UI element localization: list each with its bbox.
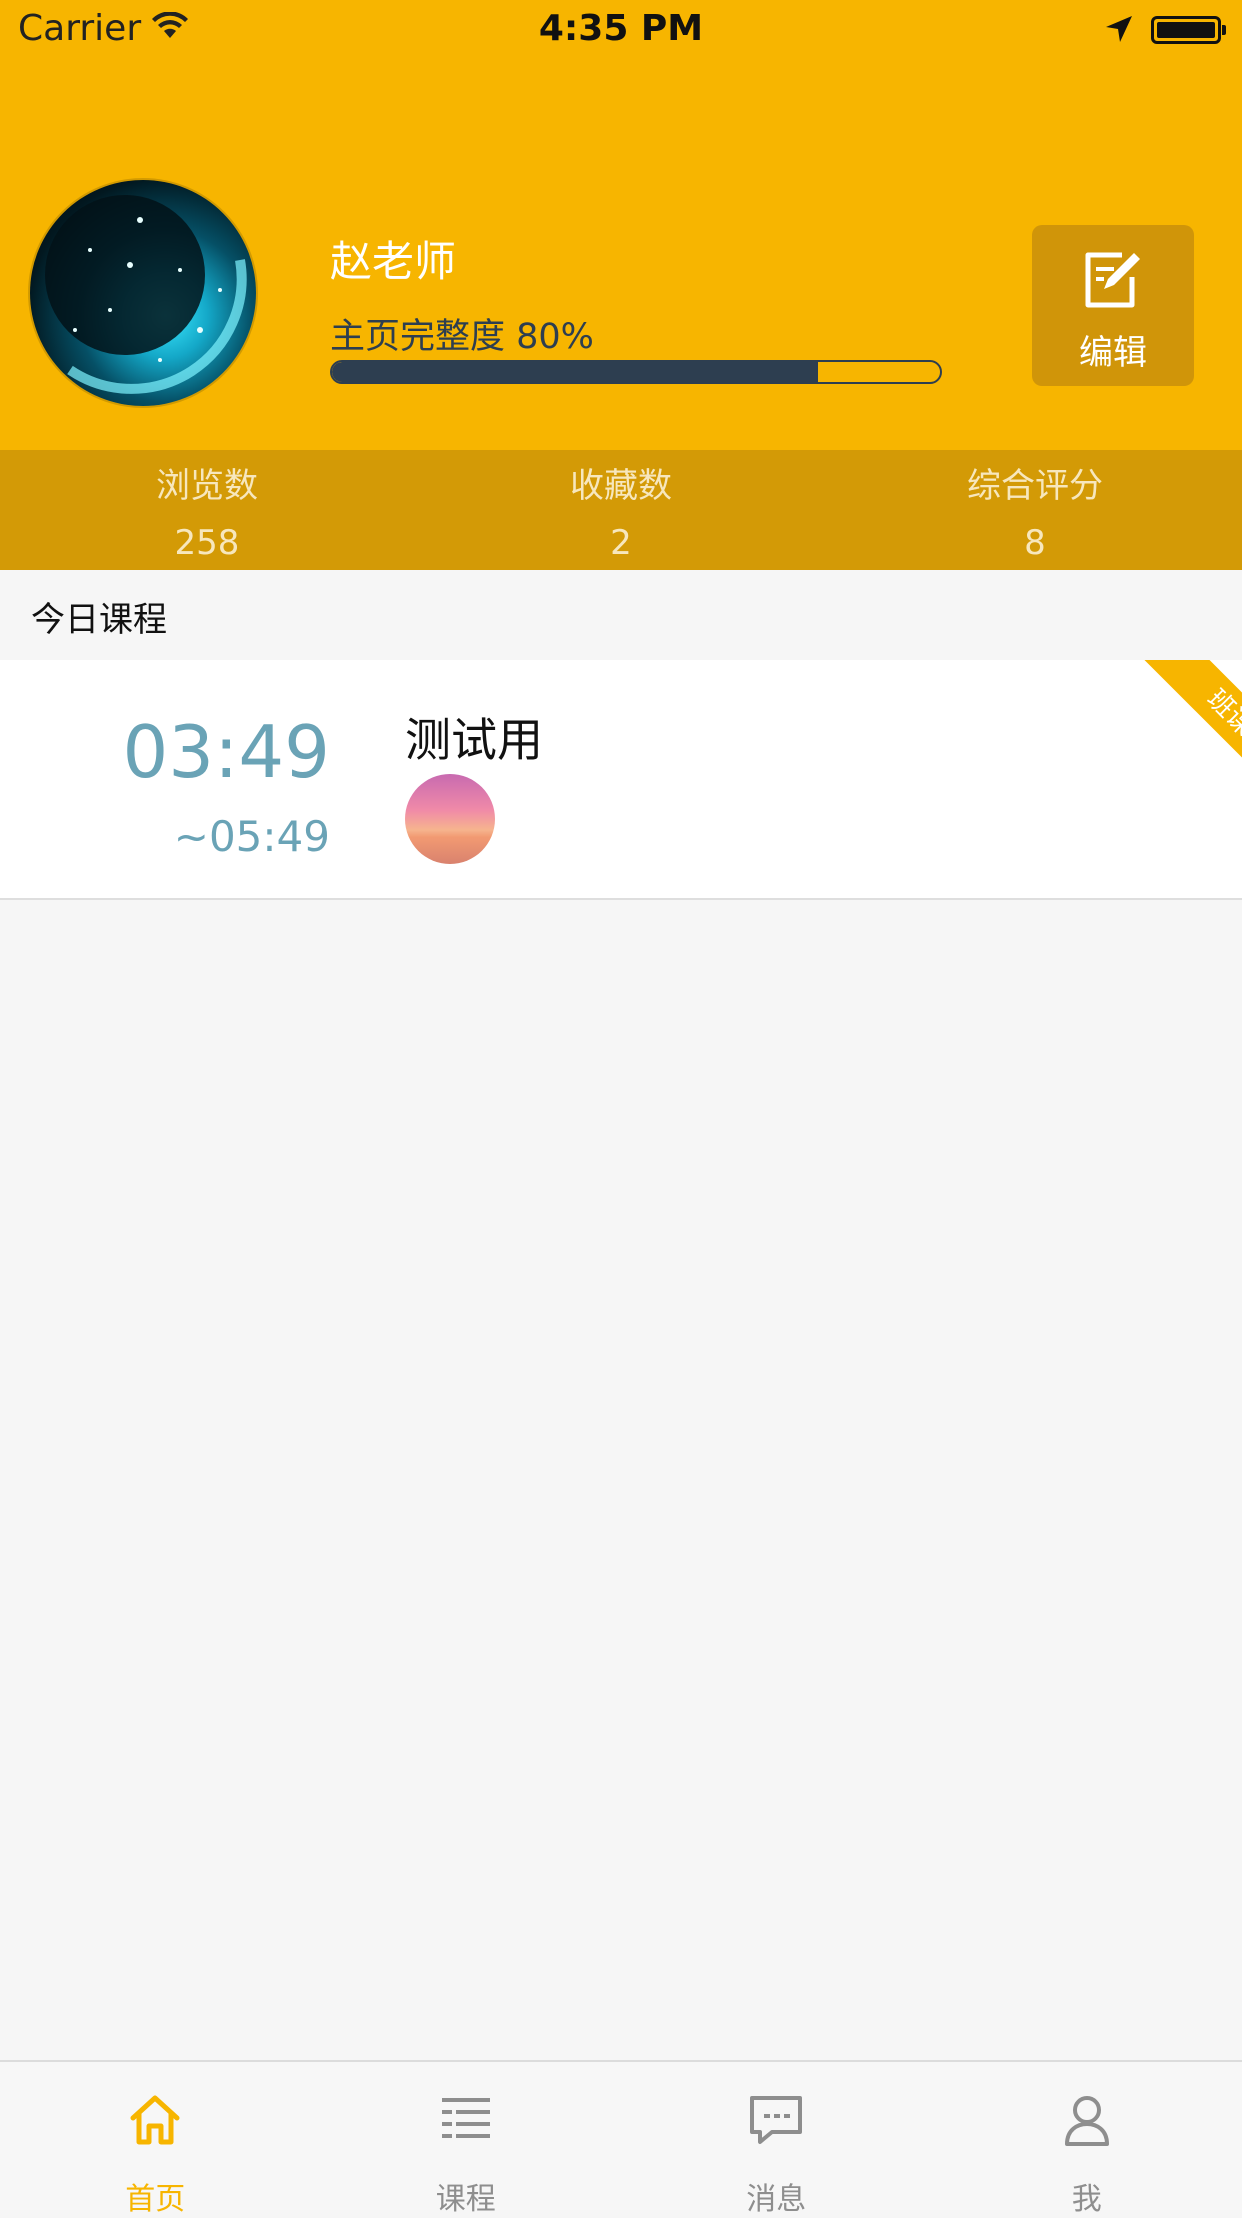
tab-label: 首页 — [0, 2174, 311, 2218]
course-type-ribbon: 班课 — [1143, 660, 1242, 800]
course-end-time: ~05:49 — [0, 812, 330, 861]
status-bar: Carrier 4:35 PM — [0, 0, 1242, 62]
stat-views[interactable]: 浏览数 258 — [0, 450, 414, 570]
tab-messages[interactable]: 消息 — [621, 2062, 932, 2210]
status-time: 4:35 PM — [0, 8, 1242, 49]
profile-completion-label: 主页完整度 80% — [330, 308, 594, 359]
section-title-today-courses: 今日课程 — [31, 592, 167, 641]
tab-me[interactable]: 我 — [932, 2062, 1242, 2210]
stats-bar: 浏览数 258 收藏数 2 综合评分 8 — [0, 450, 1242, 570]
course-card[interactable]: 03:49 ~05:49 测试用 班课 — [0, 660, 1242, 900]
course-start-time: 03:49 — [0, 710, 330, 794]
stat-value: 2 — [414, 523, 828, 563]
edit-icon — [1082, 249, 1144, 311]
location-arrow-icon — [1104, 14, 1134, 44]
edit-profile-button[interactable]: 编辑 — [1032, 225, 1194, 386]
battery-tip — [1222, 25, 1226, 35]
stat-favorites[interactable]: 收藏数 2 — [414, 450, 828, 570]
tab-bar: 首页 课程 消息 我 — [0, 2060, 1242, 2210]
course-list-icon — [438, 2092, 494, 2148]
stat-value: 258 — [0, 523, 414, 563]
tab-home[interactable]: 首页 — [0, 2062, 311, 2210]
user-icon — [1059, 2092, 1115, 2148]
message-icon — [748, 2092, 804, 2148]
tab-courses[interactable]: 课程 — [311, 2062, 622, 2210]
battery-icon — [1151, 16, 1221, 44]
stat-label: 浏览数 — [0, 458, 414, 507]
profile-completion-bar — [330, 360, 942, 384]
home-icon — [127, 2092, 183, 2148]
profile-completion-fill — [332, 362, 818, 382]
stat-rating[interactable]: 综合评分 8 — [828, 450, 1242, 570]
tab-label: 我 — [932, 2174, 1242, 2218]
edit-profile-label: 编辑 — [1032, 325, 1194, 374]
teacher-name: 赵老师 — [330, 228, 456, 289]
course-name: 测试用 — [405, 704, 543, 770]
stat-label: 综合评分 — [828, 458, 1242, 507]
tab-label: 课程 — [311, 2174, 622, 2218]
stat-label: 收藏数 — [414, 458, 828, 507]
tab-label: 消息 — [621, 2174, 932, 2218]
course-thumbnail — [405, 774, 495, 864]
teacher-avatar[interactable] — [30, 180, 256, 406]
stat-value: 8 — [828, 523, 1242, 563]
